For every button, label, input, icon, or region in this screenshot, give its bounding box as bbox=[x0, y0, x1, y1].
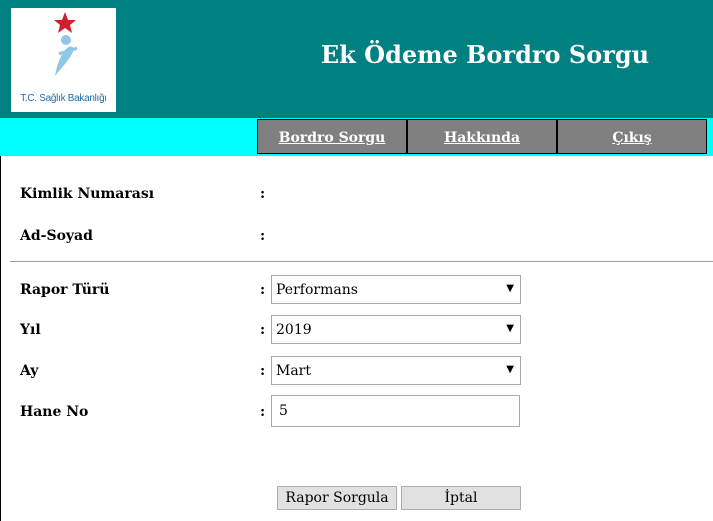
nav-bar: Bordro Sorgu Hakkında Çıkış bbox=[0, 118, 713, 156]
yil-selected-value: 2019 bbox=[276, 322, 312, 338]
yil-colon: : bbox=[260, 322, 266, 338]
kimlik-numarasi-label: Kimlik Numarası bbox=[20, 186, 155, 202]
rapor-turu-selected-value: Performans bbox=[276, 282, 358, 298]
section-divider bbox=[10, 261, 713, 262]
rapor-turu-label: Rapor Türü bbox=[20, 282, 110, 298]
ad-soyad-label: Ad-Soyad bbox=[20, 228, 93, 244]
yil-select[interactable]: 2019 ▼ bbox=[271, 315, 521, 344]
ay-selected-value: Mart bbox=[276, 363, 311, 379]
dropdown-arrow-icon: ▼ bbox=[506, 283, 514, 294]
page-title: Ek Ödeme Bordro Sorgu bbox=[320, 40, 650, 69]
hane-no-input-value: 5 bbox=[279, 403, 288, 419]
hane-no-input[interactable]: 5 bbox=[271, 395, 520, 427]
ministry-logo: T.C. Sağlık Bakanlığı bbox=[11, 8, 116, 112]
ad-soyad-colon: : bbox=[260, 228, 266, 244]
nav-bordro-sorgu-link[interactable]: Bordro Sorgu bbox=[257, 119, 407, 154]
dropdown-arrow-icon: ▼ bbox=[506, 364, 514, 375]
logo-caption: T.C. Sağlık Bakanlığı bbox=[20, 93, 107, 104]
rapor-turu-select[interactable]: Performans ▼ bbox=[271, 275, 521, 304]
hane-no-colon: : bbox=[260, 404, 266, 420]
nav-cikis-link[interactable]: Çıkış bbox=[557, 119, 707, 154]
ay-label: Ay bbox=[20, 363, 39, 379]
ay-select[interactable]: Mart ▼ bbox=[271, 356, 521, 385]
dropdown-arrow-icon: ▼ bbox=[506, 323, 514, 334]
ay-colon: : bbox=[260, 363, 266, 379]
rapor-sorgula-button[interactable]: Rapor Sorgula bbox=[277, 486, 397, 510]
yil-label: Yıl bbox=[20, 322, 41, 338]
nav-hakkinda-link[interactable]: Hakkında bbox=[407, 119, 557, 154]
rapor-turu-colon: : bbox=[260, 282, 266, 298]
header-banner: T.C. Sağlık Bakanlığı Ek Ödeme Bordro So… bbox=[0, 0, 713, 118]
hane-no-label: Hane No bbox=[20, 404, 89, 420]
iptal-button[interactable]: İptal bbox=[401, 486, 521, 510]
kimlik-colon: : bbox=[260, 186, 266, 202]
